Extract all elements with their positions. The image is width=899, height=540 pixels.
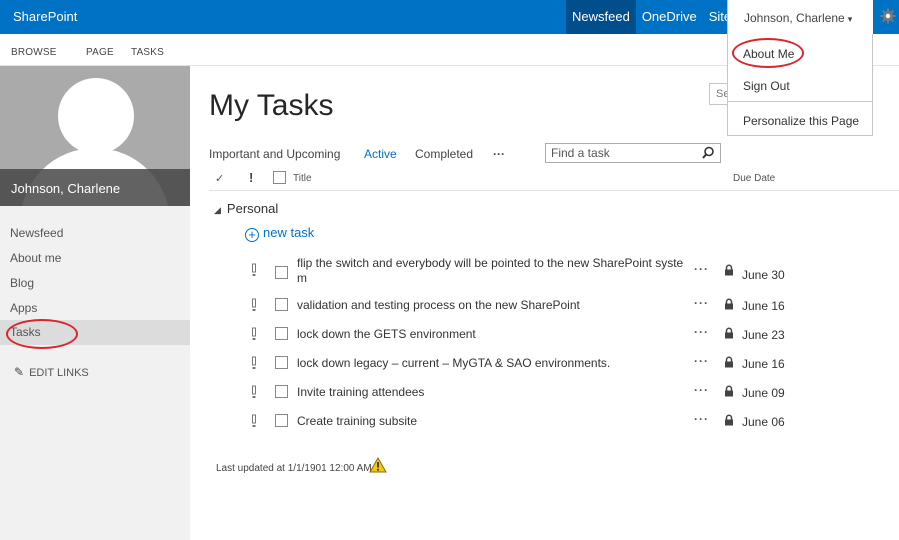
task-menu-button[interactable]: ···	[694, 325, 709, 339]
user-menu-button[interactable]: Johnson, Charlene ▾	[727, 0, 873, 34]
tab-completed[interactable]: Completed	[415, 147, 473, 161]
pencil-icon: ✎	[14, 365, 25, 379]
lock-icon	[724, 356, 734, 368]
task-checkbox[interactable]	[275, 385, 288, 398]
task-menu-button[interactable]: ···	[694, 412, 709, 426]
menu-item-personalize[interactable]: Personalize this Page	[743, 114, 859, 128]
task-due-date: June 23	[742, 328, 785, 342]
group-personal[interactable]: ◢ Personal	[214, 201, 278, 216]
table-row[interactable]: Invite training attendees ··· June 09	[209, 378, 899, 406]
last-updated-text: Last updated at 1/1/1901 12:00 AM	[216, 463, 372, 474]
warning-icon[interactable]	[369, 456, 387, 473]
suite-link-onedrive[interactable]: OneDrive	[636, 0, 703, 34]
sidebar-item-apps[interactable]: Apps	[0, 296, 190, 321]
column-important[interactable]: !	[249, 170, 253, 185]
table-row[interactable]: lock down the GETS environment ··· June …	[209, 320, 899, 348]
task-checkbox[interactable]	[275, 327, 288, 340]
new-task-link[interactable]: + new task	[245, 225, 314, 242]
task-title[interactable]: flip the switch and everybody will be po…	[297, 256, 689, 286]
left-column: Johnson, Charlene Newsfeed About me Blog…	[0, 66, 190, 540]
page-title: My Tasks	[209, 89, 334, 122]
plus-circle-icon: +	[245, 228, 259, 242]
column-title[interactable]: Title	[293, 173, 312, 184]
user-name: Johnson, Charlene ▾	[744, 11, 853, 25]
group-label: Personal	[226, 201, 279, 216]
table-row[interactable]: Create training subsite ··· June 06	[209, 407, 899, 435]
profile-photo[interactable]: Johnson, Charlene	[0, 66, 190, 206]
new-task-label: new task	[263, 225, 315, 240]
ribbon-tab-tasks[interactable]: TASKS	[131, 47, 164, 58]
task-menu-button[interactable]: ···	[694, 296, 709, 310]
task-checkbox[interactable]	[275, 414, 288, 427]
table-row[interactable]: validation and testing process on the ne…	[209, 291, 899, 319]
collapse-triangle-icon: ◢	[214, 205, 221, 215]
task-title[interactable]: lock down legacy – current – MyGTA & SAO…	[297, 356, 689, 371]
edit-links-button[interactable]: ✎ EDIT LINKS	[14, 365, 89, 379]
importance-icon[interactable]	[250, 385, 258, 399]
menu-divider	[728, 101, 872, 102]
sidebar-item-newsfeed[interactable]: Newsfeed	[0, 221, 190, 246]
suite-link-newsfeed[interactable]: Newsfeed	[566, 0, 636, 34]
profile-name: Johnson, Charlene	[11, 181, 121, 196]
highlight-oval-about-me	[732, 38, 804, 68]
menu-item-sign-out[interactable]: Sign Out	[743, 79, 790, 93]
table-row[interactable]: lock down legacy – current – MyGTA & SAO…	[209, 349, 899, 377]
task-due-date: June 16	[742, 357, 785, 371]
task-checkbox[interactable]	[275, 298, 288, 311]
find-task-input[interactable]	[546, 144, 696, 162]
task-title[interactable]: lock down the GETS environment	[297, 327, 689, 342]
task-checkbox[interactable]	[275, 266, 288, 279]
task-due-date: June 09	[742, 386, 785, 400]
importance-icon[interactable]	[250, 414, 258, 428]
gear-icon[interactable]	[880, 8, 896, 24]
task-menu-button[interactable]: ···	[694, 262, 709, 276]
search-icon[interactable]	[698, 145, 718, 161]
lock-icon	[724, 327, 734, 339]
brand-link[interactable]: SharePoint	[13, 9, 77, 24]
select-all-checkbox[interactable]	[273, 171, 286, 184]
task-checkbox[interactable]	[275, 356, 288, 369]
task-title[interactable]: Create training subsite	[297, 414, 689, 429]
task-menu-button[interactable]: ···	[694, 354, 709, 368]
tab-more[interactable]: ···	[493, 147, 505, 161]
task-title[interactable]: validation and testing process on the ne…	[297, 298, 689, 313]
lock-icon	[724, 264, 734, 276]
suite-links: Newsfeed OneDrive Sites	[566, 0, 744, 34]
task-title[interactable]: Invite training attendees	[297, 385, 689, 400]
task-menu-button[interactable]: ···	[694, 383, 709, 397]
sidebar-item-blog[interactable]: Blog	[0, 271, 190, 296]
task-due-date: June 30	[742, 268, 785, 282]
highlight-oval-tasks	[6, 319, 78, 349]
importance-icon[interactable]	[250, 298, 258, 312]
find-task-box	[545, 143, 721, 163]
table-row[interactable]: flip the switch and everybody will be po…	[209, 256, 899, 286]
edit-links-label: EDIT LINKS	[29, 367, 89, 379]
task-due-date: June 06	[742, 415, 785, 429]
importance-icon[interactable]	[250, 327, 258, 341]
column-due-date[interactable]: Due Date	[733, 173, 775, 184]
ribbon-tab-browse[interactable]: BROWSE	[11, 47, 57, 58]
column-check[interactable]: ✓	[215, 172, 224, 185]
tab-important-upcoming[interactable]: Important and Upcoming	[209, 147, 340, 161]
avatar-head	[58, 78, 134, 154]
chevron-down-icon: ▾	[847, 14, 853, 24]
lock-icon	[724, 414, 734, 426]
ribbon-tab-page[interactable]: PAGE	[86, 47, 114, 58]
tab-active[interactable]: Active	[364, 147, 397, 161]
lock-icon	[724, 298, 734, 310]
importance-icon[interactable]	[250, 263, 258, 277]
column-header: ✓ ! Title Due Date	[209, 169, 899, 191]
sidebar-item-about-me[interactable]: About me	[0, 246, 190, 271]
profile-name-bar: Johnson, Charlene	[0, 169, 190, 206]
task-due-date: June 16	[742, 299, 785, 313]
lock-icon	[724, 385, 734, 397]
importance-icon[interactable]	[250, 356, 258, 370]
suite-bar: SharePoint Newsfeed OneDrive Sites Johns…	[0, 0, 899, 34]
